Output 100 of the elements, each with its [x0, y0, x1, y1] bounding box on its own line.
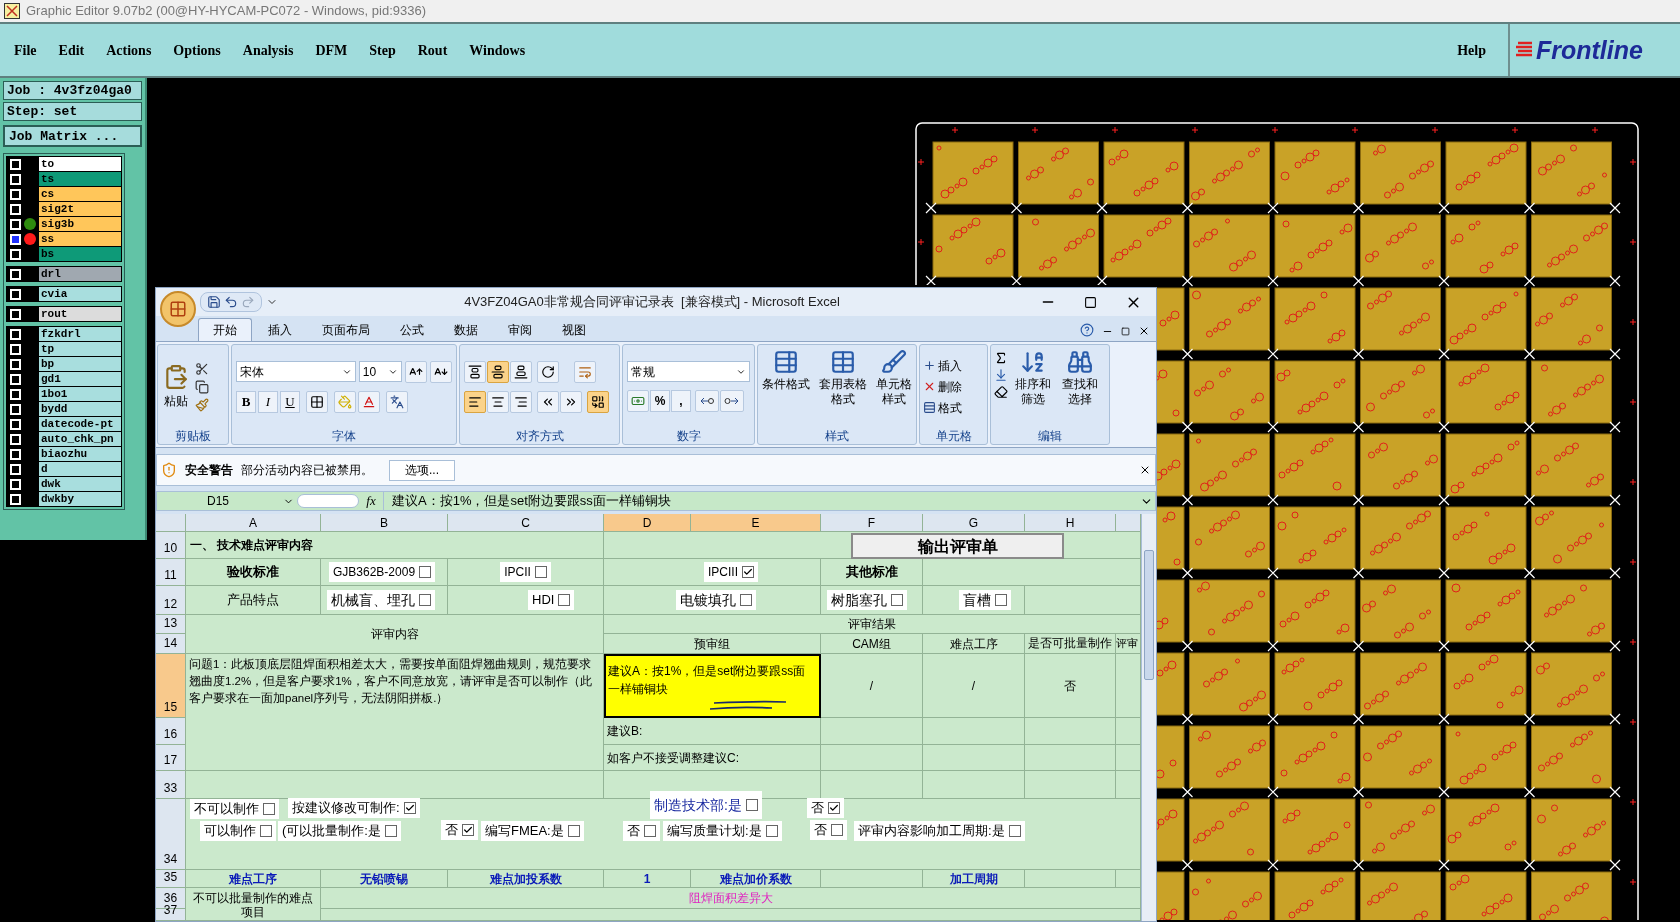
layer-name[interactable]: bs	[39, 247, 121, 261]
layer-checkbox[interactable]	[10, 188, 21, 200]
fill-icon[interactable]	[994, 368, 1008, 382]
checkbox[interactable]	[419, 594, 431, 606]
layer-checkbox[interactable]	[10, 403, 21, 415]
format-button[interactable]: U	[280, 390, 300, 413]
checkbox[interactable]	[419, 566, 432, 578]
column-header[interactable]: E	[691, 514, 821, 532]
layer-checkbox[interactable]	[10, 268, 21, 280]
horizontal-align-button[interactable]	[487, 390, 509, 413]
number-style-button[interactable]: ,	[671, 390, 691, 412]
ribbon-tab[interactable]: 页面布局	[308, 318, 384, 341]
editing-button[interactable]: 查找和选择	[1058, 349, 1102, 407]
cells-button[interactable]: 删除	[923, 377, 984, 396]
layer-checkbox[interactable]	[10, 343, 21, 355]
insert-function-button[interactable]: fx	[359, 491, 383, 511]
wrap-text-button[interactable]	[574, 360, 596, 383]
layer-name[interactable]: to	[39, 157, 121, 171]
layer-name[interactable]: bydd	[39, 402, 121, 416]
vertical-align-button[interactable]	[464, 360, 486, 383]
checkbox[interactable]	[567, 825, 580, 837]
menu-item[interactable]: DFM	[315, 39, 348, 61]
autosum-icon[interactable]	[994, 351, 1008, 365]
checkbox[interactable]	[644, 825, 656, 837]
layer-checkbox[interactable]	[10, 328, 21, 340]
row-header[interactable]: 11	[156, 559, 186, 586]
row-header[interactable]: 35	[156, 870, 186, 888]
column-header[interactable]: B	[321, 514, 448, 532]
editing-button[interactable]: 排序和筛选	[1011, 349, 1055, 407]
ribbon-tab[interactable]: 开始	[198, 318, 252, 341]
help-icon[interactable]	[1080, 323, 1094, 337]
layer-checkbox[interactable]	[10, 388, 21, 400]
horizontal-align-button[interactable]	[510, 390, 532, 413]
layer-name[interactable]: sig3b	[39, 217, 121, 231]
layer-checkbox[interactable]	[10, 418, 21, 430]
row-header[interactable]: 10	[156, 532, 186, 559]
column-header[interactable]: G	[923, 514, 1025, 532]
checkbox[interactable]	[263, 803, 275, 815]
increase-decimal-button[interactable]	[695, 390, 719, 412]
layer-checkbox[interactable]	[10, 463, 21, 475]
office-button[interactable]	[160, 291, 196, 327]
row-header[interactable]: 12	[156, 586, 186, 615]
close-workbook-icon[interactable]	[1138, 325, 1150, 337]
layer-checkbox[interactable]	[10, 308, 21, 320]
options-button[interactable]: 选项...	[389, 459, 455, 481]
menu-item[interactable]: Rout	[417, 39, 448, 61]
layer-checkbox[interactable]	[10, 158, 21, 170]
layer-name[interactable]: dwk	[39, 477, 121, 491]
checkbox[interactable]	[891, 594, 903, 606]
style-button[interactable]: 套用表格格式	[817, 349, 869, 407]
job-matrix-button[interactable]: Job Matrix ...	[3, 125, 142, 147]
checkbox[interactable]	[831, 824, 843, 836]
menu-item[interactable]: Actions	[106, 39, 152, 61]
layer-checkbox[interactable]	[10, 218, 21, 230]
layer-name[interactable]: gd1	[39, 372, 121, 386]
checkbox[interactable]	[462, 824, 474, 836]
undo-icon[interactable]	[224, 295, 238, 309]
menu-item[interactable]: Edit	[58, 39, 85, 61]
checkbox[interactable]	[765, 825, 778, 837]
ribbon-tab[interactable]: 插入	[254, 318, 306, 341]
cells-button[interactable]: 插入	[923, 356, 984, 375]
layer-name[interactable]: sig2t	[39, 202, 121, 216]
layer-checkbox[interactable]	[10, 493, 21, 505]
increase-indent-button[interactable]	[560, 390, 582, 413]
number-format-field[interactable]: 常规	[627, 361, 750, 382]
layer-checkbox[interactable]	[10, 358, 21, 370]
grow-font-button[interactable]	[405, 360, 427, 383]
checkbox[interactable]	[740, 594, 752, 606]
row-header[interactable]: 17	[156, 745, 186, 771]
layer-name[interactable]: rout	[39, 307, 121, 321]
layer-checkbox[interactable]	[10, 248, 21, 260]
currency-button[interactable]	[627, 390, 649, 412]
layer-name[interactable]: ts	[39, 172, 121, 186]
checkbox[interactable]	[534, 566, 547, 578]
vertical-align-button[interactable]	[487, 360, 509, 383]
menu-item[interactable]: Options	[173, 39, 221, 61]
decrease-indent-button[interactable]	[537, 390, 559, 413]
vertical-scrollbar[interactable]	[1141, 514, 1156, 921]
menu-item[interactable]: Analysis	[242, 39, 294, 61]
layer-name[interactable]: dwkby	[39, 492, 121, 506]
style-button[interactable]: 单元格样式	[873, 349, 914, 407]
row-header[interactable]: 33	[156, 771, 186, 799]
borders-button[interactable]	[306, 390, 328, 413]
style-button[interactable]: 条件格式	[760, 349, 813, 392]
format-button[interactable]: I	[258, 390, 278, 413]
layer-name[interactable]: biaozhu	[39, 447, 121, 461]
merge-center-button[interactable]	[587, 390, 609, 413]
row-header[interactable]: 16	[156, 718, 186, 745]
row-header[interactable]: 13	[156, 615, 186, 634]
ribbon-tab[interactable]: 审阅	[494, 318, 546, 341]
copy-icon[interactable]	[195, 379, 209, 394]
menu-item[interactable]: File	[14, 39, 37, 61]
layer-name[interactable]: bp	[39, 357, 121, 371]
scrollbar-thumb[interactable]	[1144, 550, 1154, 680]
close-icon[interactable]	[1139, 464, 1151, 476]
column-header[interactable]: H	[1025, 514, 1116, 532]
phonetic-button[interactable]	[386, 390, 408, 413]
layer-name[interactable]: auto_chk_pn	[39, 432, 121, 446]
format-button[interactable]: B	[236, 390, 256, 413]
maximize-icon[interactable]	[1084, 295, 1097, 309]
